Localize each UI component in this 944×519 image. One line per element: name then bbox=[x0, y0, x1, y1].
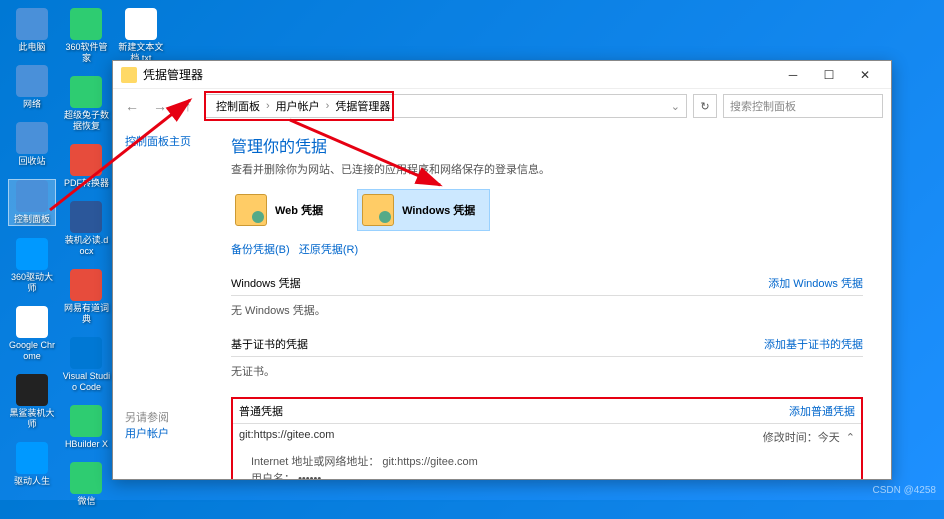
desktop-icon[interactable]: 控制面板 bbox=[8, 179, 56, 226]
desktop-icon[interactable]: 装机必读.docx bbox=[62, 201, 110, 257]
windows-cred-empty: 无 Windows 凭据。 bbox=[231, 296, 863, 332]
breadcrumb-seg[interactable]: 控制面板 bbox=[212, 98, 264, 114]
credential-icon bbox=[121, 67, 137, 83]
refresh-button[interactable]: ↻ bbox=[693, 94, 717, 118]
breadcrumb-seg[interactable]: 凭据管理器 bbox=[331, 98, 394, 114]
back-button[interactable]: ← bbox=[121, 95, 143, 117]
web-credentials-button[interactable]: Web 凭据 bbox=[231, 189, 337, 231]
desktop-icon[interactable]: 超级兔子数据恢复 bbox=[62, 76, 110, 132]
navbar: ← → ↑ 控制面板› 用户帐户› 凭据管理器 ⌄ ↻ 搜索控制面板 bbox=[113, 89, 891, 123]
desktop-icon[interactable]: 360驱动大师 bbox=[8, 238, 56, 294]
minimize-button[interactable]: ─ bbox=[775, 64, 811, 86]
forward-button[interactable]: → bbox=[149, 95, 171, 117]
search-input[interactable]: 搜索控制面板 bbox=[723, 94, 883, 118]
credential-header[interactable]: git:https://gitee.com 修改时间：今天⌃ bbox=[233, 424, 861, 450]
content: 管理你的凭据 查看并删除你为网站、已连接的应用程序和网络保存的登录信息。 Web… bbox=[223, 123, 891, 479]
desktop-icon[interactable]: 网易有道词典 bbox=[62, 269, 110, 325]
window-title: 凭据管理器 bbox=[143, 66, 775, 83]
page-subheading: 查看并删除你为网站、已连接的应用程序和网络保存的登录信息。 bbox=[231, 161, 863, 177]
desktop-icon[interactable]: Visual Studio Code bbox=[62, 337, 110, 393]
credential-item: git:https://gitee.com 修改时间：今天⌃ Internet … bbox=[233, 424, 861, 479]
titlebar: 凭据管理器 ─ ☐ ✕ bbox=[113, 61, 891, 89]
desktop-icon[interactable]: 网络 bbox=[8, 65, 56, 110]
credential-manager-window: 凭据管理器 ─ ☐ ✕ ← → ↑ 控制面板› 用户帐户› 凭据管理器 ⌄ ↻ … bbox=[112, 60, 892, 480]
desktop-icon[interactable]: 新建文本文档.txt bbox=[117, 8, 165, 64]
desktop-icon[interactable]: 360软件管家 bbox=[62, 8, 110, 64]
dropdown-icon[interactable]: ⌄ bbox=[671, 100, 680, 113]
sidebar: 控制面板主页 另请参阅 用户帐户 bbox=[113, 123, 223, 479]
credential-detail: Internet 地址或网络地址： git:https://gitee.com … bbox=[233, 450, 861, 479]
restore-link[interactable]: 还原凭据(R) bbox=[299, 244, 358, 256]
desktop-icon[interactable]: 驱动人生 bbox=[8, 442, 56, 487]
sidebar-accounts[interactable]: 用户帐户 bbox=[125, 425, 211, 441]
desktop-icon[interactable]: 黑鲨装机大师 bbox=[8, 374, 56, 430]
desktop-icon[interactable]: Google Chrome bbox=[8, 306, 56, 362]
windows-cred-section: Windows 凭据 添加 Windows 凭据 bbox=[231, 271, 863, 296]
desktop-icon[interactable]: PDF转换器 bbox=[62, 144, 110, 189]
add-windows-cred[interactable]: 添加 Windows 凭据 bbox=[768, 275, 863, 291]
breadcrumb[interactable]: 控制面板› 用户帐户› 凭据管理器 ⌄ bbox=[205, 94, 687, 118]
sidebar-home[interactable]: 控制面板主页 bbox=[125, 133, 211, 149]
add-cert-cred[interactable]: 添加基于证书的凭据 bbox=[764, 336, 863, 352]
windows-credentials-button[interactable]: Windows 凭据 bbox=[357, 189, 490, 231]
sidebar-related-heading: 另请参阅 bbox=[125, 409, 211, 425]
chevron-up-icon: ⌃ bbox=[846, 432, 855, 444]
breadcrumb-seg[interactable]: 用户帐户 bbox=[272, 98, 324, 114]
vault-icon bbox=[235, 194, 267, 226]
close-button[interactable]: ✕ bbox=[847, 64, 883, 86]
desktop-icon[interactable]: HBuilder X bbox=[62, 405, 110, 450]
generic-cred-annotation: 普通凭据 添加普通凭据 git:https://gitee.com 修改时间：今… bbox=[231, 397, 863, 479]
desktop-icon[interactable]: 此电脑 bbox=[8, 8, 56, 53]
backup-link[interactable]: 备份凭据(B) bbox=[231, 244, 290, 256]
watermark: CSDN @4258 bbox=[872, 485, 936, 496]
vault-icon bbox=[362, 194, 394, 226]
page-heading: 管理你的凭据 bbox=[231, 133, 863, 157]
cert-cred-section: 基于证书的凭据 添加基于证书的凭据 bbox=[231, 332, 863, 357]
generic-cred-section: 普通凭据 添加普通凭据 bbox=[233, 399, 861, 424]
add-generic-cred[interactable]: 添加普通凭据 bbox=[789, 403, 855, 419]
up-button[interactable]: ↑ bbox=[177, 95, 199, 117]
desktop-icon[interactable]: 微信 bbox=[62, 462, 110, 507]
desktop-icon[interactable]: 回收站 bbox=[8, 122, 56, 167]
backup-restore-links: 备份凭据(B) 还原凭据(R) bbox=[231, 241, 863, 257]
cert-cred-empty: 无证书。 bbox=[231, 357, 863, 393]
maximize-button[interactable]: ☐ bbox=[811, 64, 847, 86]
credential-name: git:https://gitee.com bbox=[239, 429, 334, 445]
